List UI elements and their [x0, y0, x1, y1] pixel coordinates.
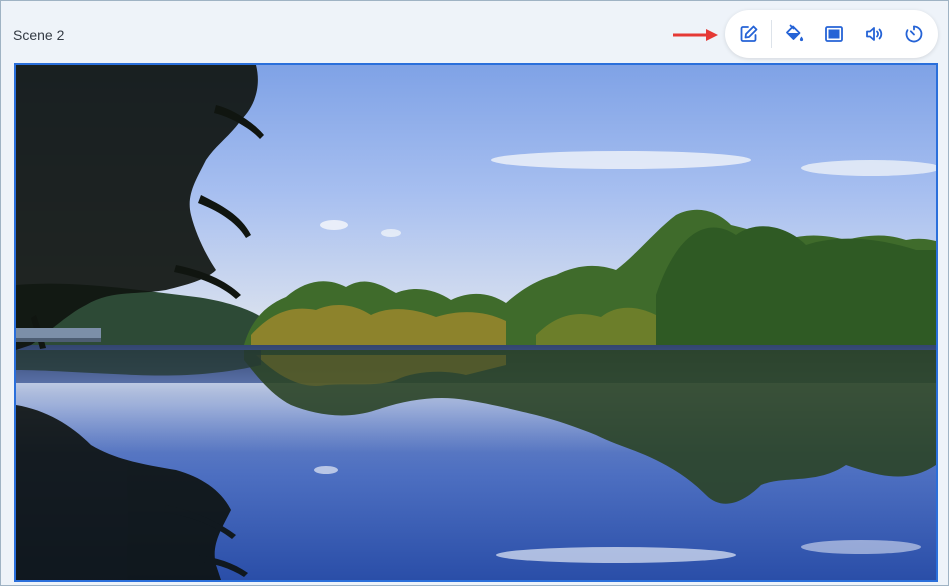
scene-toolbar [725, 10, 938, 58]
fill-color-button[interactable] [782, 22, 806, 46]
scene-preview[interactable] [14, 63, 938, 582]
edit-button[interactable] [737, 22, 761, 46]
annotation-arrow [673, 29, 718, 41]
background-frame-icon [825, 26, 843, 42]
toolbar-divider [771, 20, 772, 48]
background-button[interactable] [822, 22, 846, 46]
scene-title: Scene 2 [13, 27, 65, 43]
duration-button[interactable] [902, 22, 926, 46]
volume-icon [866, 27, 883, 41]
timer-icon [905, 25, 923, 43]
volume-button[interactable] [862, 22, 886, 46]
edit-icon [740, 25, 758, 42]
paint-bucket-icon [786, 24, 804, 42]
scene-card: Scene 2 [0, 0, 949, 586]
scene-image [16, 65, 936, 580]
